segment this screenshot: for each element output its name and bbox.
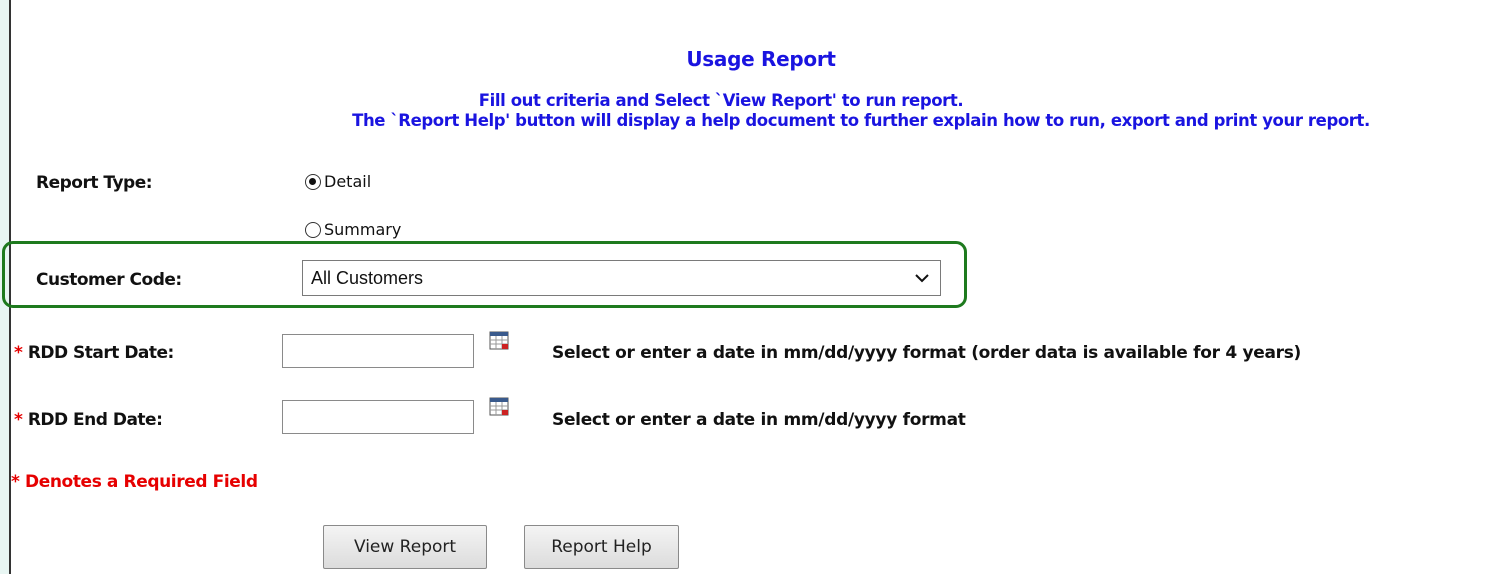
rdd-end-label: RDD End Date: bbox=[27, 410, 163, 430]
required-field-note: * Denotes a Required Field bbox=[11, 472, 258, 492]
radio-summary-button[interactable] bbox=[305, 221, 321, 238]
view-report-button[interactable]: View Report bbox=[323, 525, 487, 569]
rdd-end-label-row: * RDD End Date: bbox=[14, 410, 163, 430]
calendar-icon[interactable] bbox=[489, 330, 509, 350]
customer-code-select[interactable]: All Customers bbox=[302, 260, 941, 296]
calendar-icon[interactable] bbox=[489, 396, 509, 416]
rdd-start-label-row: * RDD Start Date: bbox=[14, 343, 174, 363]
required-asterisk: * bbox=[14, 343, 23, 363]
radio-summary-label: Summary bbox=[324, 220, 402, 239]
rdd-end-hint: Select or enter a date in mm/dd/yyyy for… bbox=[552, 410, 966, 430]
report-type-label: Report Type: bbox=[36, 173, 153, 193]
customer-code-value: All Customers bbox=[311, 268, 424, 288]
customer-code-label: Customer Code: bbox=[36, 270, 182, 290]
instruction-line-1: Fill out criteria and Select `View Repor… bbox=[478, 91, 964, 110]
instruction-line-2: The `Report Help' button will display a … bbox=[352, 111, 1370, 130]
report-panel: Usage Report Fill out criteria and Selec… bbox=[2, 0, 1509, 574]
radio-summary[interactable]: Summary bbox=[305, 220, 401, 239]
page-title: Usage Report bbox=[686, 47, 836, 71]
rdd-start-input[interactable] bbox=[282, 334, 474, 368]
required-asterisk: * bbox=[14, 410, 23, 430]
chevron-down-icon bbox=[915, 274, 929, 283]
rdd-end-input[interactable] bbox=[282, 400, 474, 434]
rdd-start-hint: Select or enter a date in mm/dd/yyyy for… bbox=[552, 343, 1302, 363]
report-help-button[interactable]: Report Help bbox=[524, 525, 679, 569]
rdd-start-label: RDD Start Date: bbox=[27, 343, 175, 363]
radio-detail-button[interactable] bbox=[305, 173, 321, 190]
radio-detail[interactable]: Detail bbox=[305, 172, 371, 191]
radio-detail-label: Detail bbox=[324, 172, 372, 191]
